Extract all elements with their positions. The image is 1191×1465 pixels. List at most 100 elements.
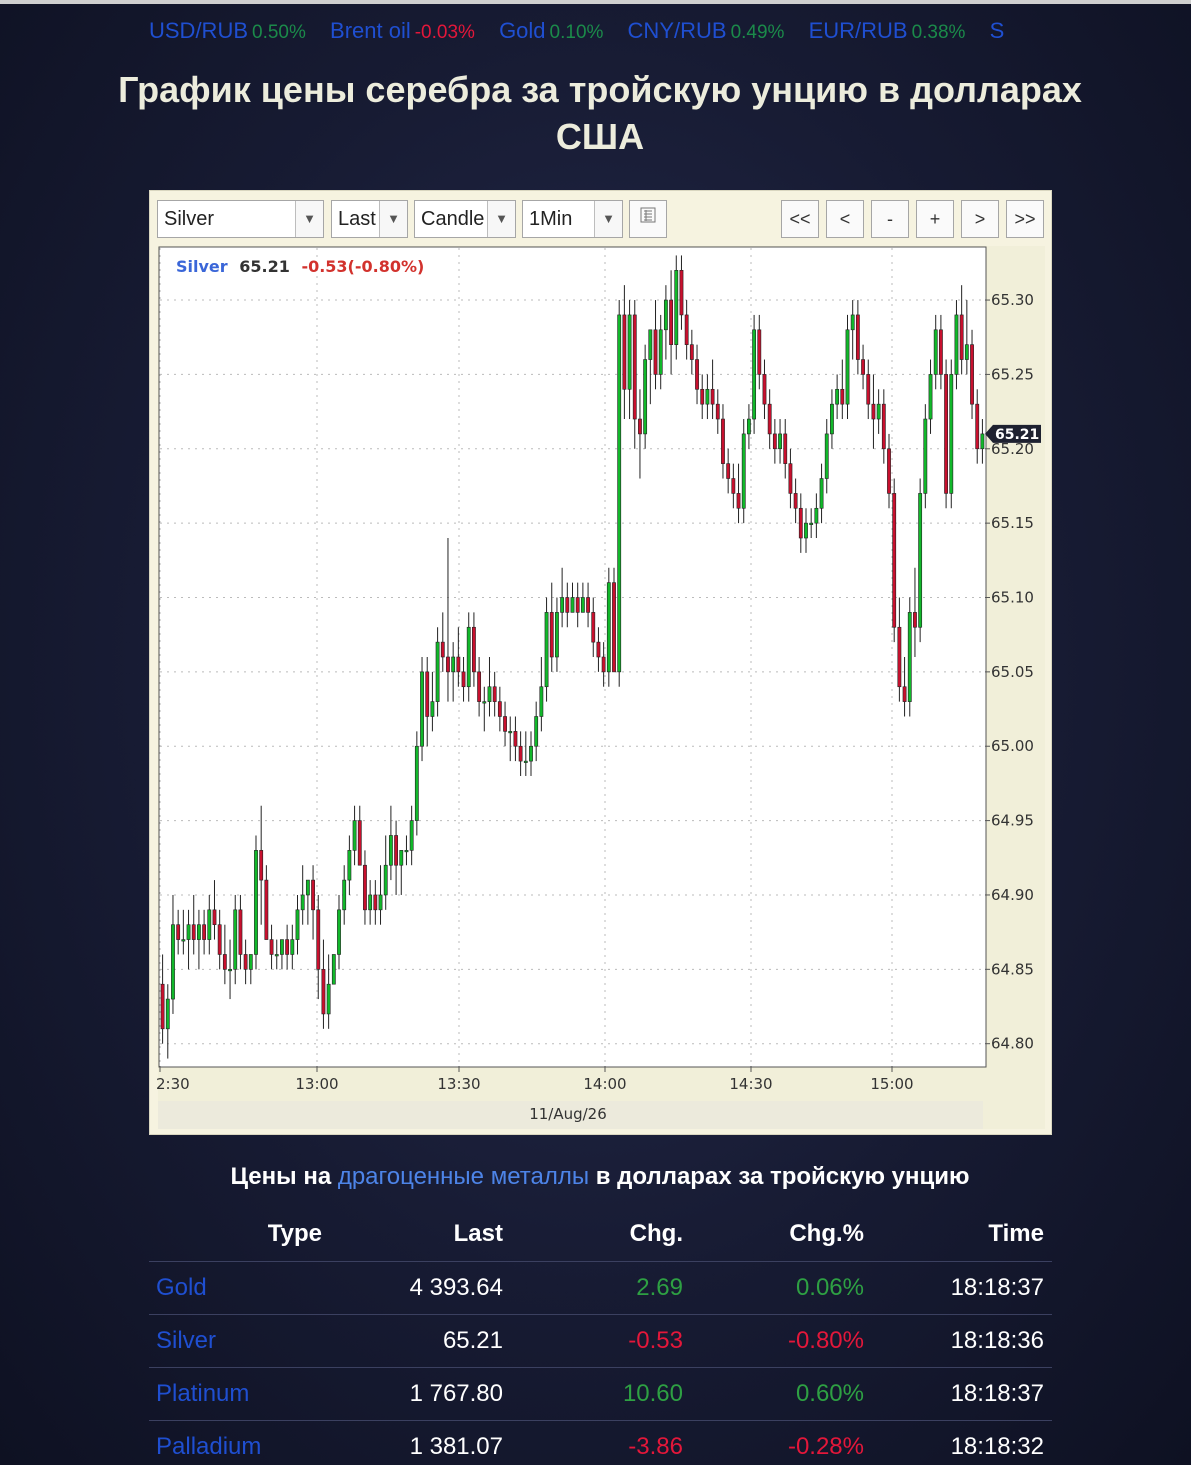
ticker-item[interactable]: Gold 0.10% [499, 16, 603, 46]
candle-body [248, 954, 253, 970]
candle-body [363, 864, 367, 911]
candle-body [259, 850, 264, 881]
candle-body [954, 314, 959, 375]
cell-time: 18:18:37 [872, 1261, 1052, 1315]
candle-body [793, 493, 798, 509]
candle-body [186, 924, 191, 940]
candle-body [202, 924, 207, 940]
cell-last: 1 381.07 [330, 1420, 511, 1465]
candle-body [477, 671, 482, 702]
candle-body [331, 954, 336, 985]
candle-body [280, 939, 284, 955]
candle-body [570, 597, 575, 613]
candle-body [446, 656, 450, 673]
candle-body [539, 686, 544, 717]
candle-body [409, 820, 414, 851]
candle-body [508, 731, 513, 734]
candle-body [679, 270, 684, 316]
cell-chg: 2.69 [511, 1261, 691, 1315]
candle-body [606, 582, 611, 673]
cell-chg-pct: 0.06% [691, 1261, 872, 1315]
candle-body [295, 909, 300, 940]
candle-body [456, 656, 461, 673]
candle-body [923, 418, 928, 494]
candle-body [892, 493, 897, 628]
y-tick-label: 65.30 [991, 291, 1034, 309]
candle-body [669, 299, 673, 345]
candle-body [855, 314, 860, 360]
candle-body [529, 745, 533, 762]
y-tick-label: 64.85 [991, 960, 1034, 978]
candle-body [482, 701, 487, 704]
ticker-value: -0.03% [414, 22, 475, 43]
candle-body [881, 403, 886, 450]
candle-body [928, 374, 933, 420]
candle-body [778, 433, 782, 450]
candle-body [337, 909, 341, 955]
ticker-item[interactable]: EUR/RUB 0.38% [809, 16, 966, 46]
candle-body [311, 879, 315, 911]
candle-body [217, 924, 222, 955]
candle-body [689, 344, 694, 360]
candle-body [638, 418, 642, 435]
candle-body [197, 924, 201, 940]
candle-body [762, 374, 767, 405]
candlestick-chart[interactable]: 65.3065.2565.2065.1565.1065.0565.0064.95… [150, 191, 1053, 1136]
candle-body [850, 314, 855, 331]
candle-body [866, 374, 871, 405]
cell-chg-pct: -0.80% [691, 1314, 872, 1368]
candle-body [809, 522, 814, 525]
metal-link-platinum[interactable]: Platinum [149, 1367, 330, 1421]
candle-body [938, 329, 943, 375]
candle-body [902, 686, 907, 702]
candle-body [285, 939, 290, 955]
metal-link-silver[interactable]: Silver [149, 1314, 330, 1368]
x-tick-label: 2:30 [156, 1075, 190, 1093]
candle-body [695, 359, 699, 390]
candle-body [171, 924, 175, 1000]
metal-link-gold[interactable]: Gold [149, 1261, 330, 1315]
precious-metals-link[interactable]: драгоценные металлы [338, 1163, 589, 1190]
ticker-item[interactable]: S [990, 16, 1009, 46]
ticker-item[interactable]: USD/RUB 0.50% [149, 16, 306, 46]
candle-body [555, 612, 559, 658]
ticker-name: Gold [499, 18, 546, 43]
candle-body [461, 671, 466, 688]
candle-body [819, 478, 824, 509]
candle-body [918, 493, 923, 628]
metal-link-palladium[interactable]: Palladium [149, 1420, 330, 1465]
candle-body [897, 626, 902, 688]
ticker-item[interactable]: Brent oil -0.03% [330, 16, 475, 46]
cell-chg-pct: -0.28% [691, 1420, 872, 1465]
candle-body [663, 299, 668, 331]
candle-body [798, 507, 803, 539]
candle-body [591, 612, 596, 643]
x-tick-label: 14:00 [583, 1075, 626, 1093]
table-header-row: Type Last Chg. Chg.% Time [149, 1208, 1052, 1262]
cell-time: 18:18:36 [872, 1314, 1052, 1368]
candle-body [440, 641, 445, 658]
candle-body [290, 939, 295, 955]
ticker-name: Brent oil [330, 18, 411, 43]
candle-body [845, 329, 850, 405]
candle-body [726, 463, 731, 479]
cell-chg: -0.53 [511, 1314, 691, 1368]
legend-price: 65.21 [239, 257, 290, 276]
cell-chg-pct: 0.60% [691, 1367, 872, 1421]
candle-body [414, 745, 419, 821]
candle-body [684, 314, 689, 345]
candle-body [472, 626, 476, 673]
candle-body [342, 879, 347, 911]
candle-body [824, 433, 829, 479]
candle-body [612, 582, 616, 673]
candle-body [871, 403, 876, 420]
candle-body [497, 701, 502, 717]
candle-body [747, 418, 751, 435]
prices-table: Type Last Chg. Chg.% Time Gold 4 393.64 … [149, 1208, 1052, 1465]
header-last: Last [330, 1208, 511, 1262]
candle-body [700, 388, 705, 405]
candle-body [767, 403, 772, 435]
candle-body [357, 820, 362, 866]
ticker-item[interactable]: CNY/RUB 0.49% [628, 16, 785, 46]
candle-body [404, 850, 409, 853]
